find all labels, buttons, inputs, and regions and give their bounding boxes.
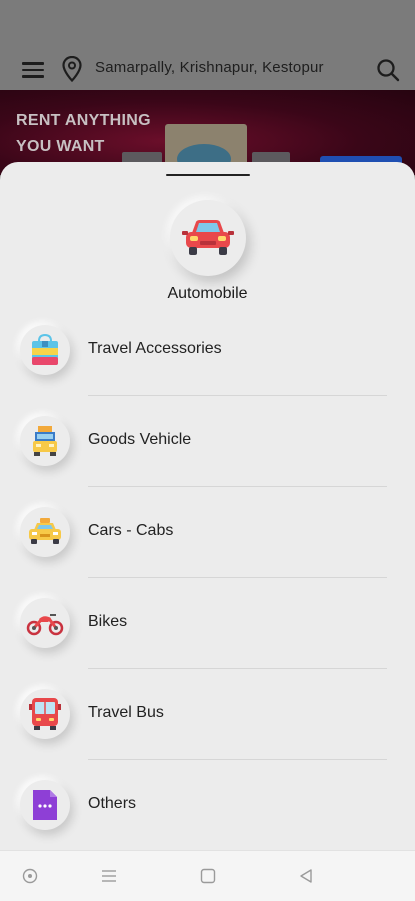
list-item-label: Travel Accessories bbox=[88, 340, 222, 357]
category-icon-circle bbox=[20, 507, 70, 557]
category-icon-circle bbox=[20, 416, 70, 466]
list-item-label: Cars - Cabs bbox=[88, 522, 174, 539]
system-navigation-bar bbox=[0, 850, 415, 901]
list-item-label: Goods Vehicle bbox=[88, 431, 192, 448]
bus-icon bbox=[29, 698, 61, 730]
location-text[interactable]: Samarpally, Krishnapur, Kestopur bbox=[95, 59, 324, 76]
top-app-bar: Samarpally, Krishnapur, Kestopur bbox=[0, 0, 415, 90]
category-icon-circle bbox=[20, 325, 70, 375]
taxi-icon bbox=[29, 518, 61, 544]
motorbike-icon bbox=[26, 614, 64, 636]
truck-icon bbox=[33, 426, 57, 456]
back-icon[interactable] bbox=[297, 867, 315, 885]
travel-bag-icon bbox=[32, 333, 58, 365]
category-icon-circle bbox=[20, 598, 70, 648]
overview-square-icon[interactable] bbox=[199, 867, 217, 885]
list-item-label: Bikes bbox=[88, 613, 128, 630]
menu-icon[interactable] bbox=[22, 62, 44, 78]
category-icon-circle bbox=[20, 689, 70, 739]
sheet-drag-handle[interactable] bbox=[166, 174, 250, 176]
car-icon bbox=[182, 220, 234, 255]
list-item-label: Others bbox=[88, 795, 137, 812]
list-item-travel-accessories[interactable]: Travel Accessories bbox=[0, 325, 415, 416]
list-item-cars-cabs[interactable]: Cars - Cabs bbox=[0, 507, 415, 598]
search-icon[interactable] bbox=[376, 58, 400, 82]
divider bbox=[88, 759, 387, 760]
location-pin-icon[interactable] bbox=[62, 56, 82, 82]
promo-line-1: RENT ANYTHING bbox=[16, 112, 151, 129]
selected-category-label: Automobile bbox=[167, 285, 248, 302]
recents-icon[interactable] bbox=[100, 867, 118, 885]
category-icon-circle bbox=[20, 780, 70, 830]
list-item-travel-bus[interactable]: Travel Bus bbox=[0, 689, 415, 780]
list-item-label: Travel Bus bbox=[88, 704, 164, 721]
document-icon bbox=[33, 790, 57, 820]
divider bbox=[88, 486, 387, 487]
selected-category-button[interactable] bbox=[170, 200, 246, 276]
category-bottom-sheet: Automobile Travel Accessories Goods Vehi… bbox=[0, 162, 415, 850]
divider bbox=[88, 668, 387, 669]
divider bbox=[88, 577, 387, 578]
home-circle-icon[interactable] bbox=[21, 867, 39, 885]
list-item-goods-vehicle[interactable]: Goods Vehicle bbox=[0, 416, 415, 507]
list-item-bikes[interactable]: Bikes bbox=[0, 598, 415, 689]
divider bbox=[88, 395, 387, 396]
